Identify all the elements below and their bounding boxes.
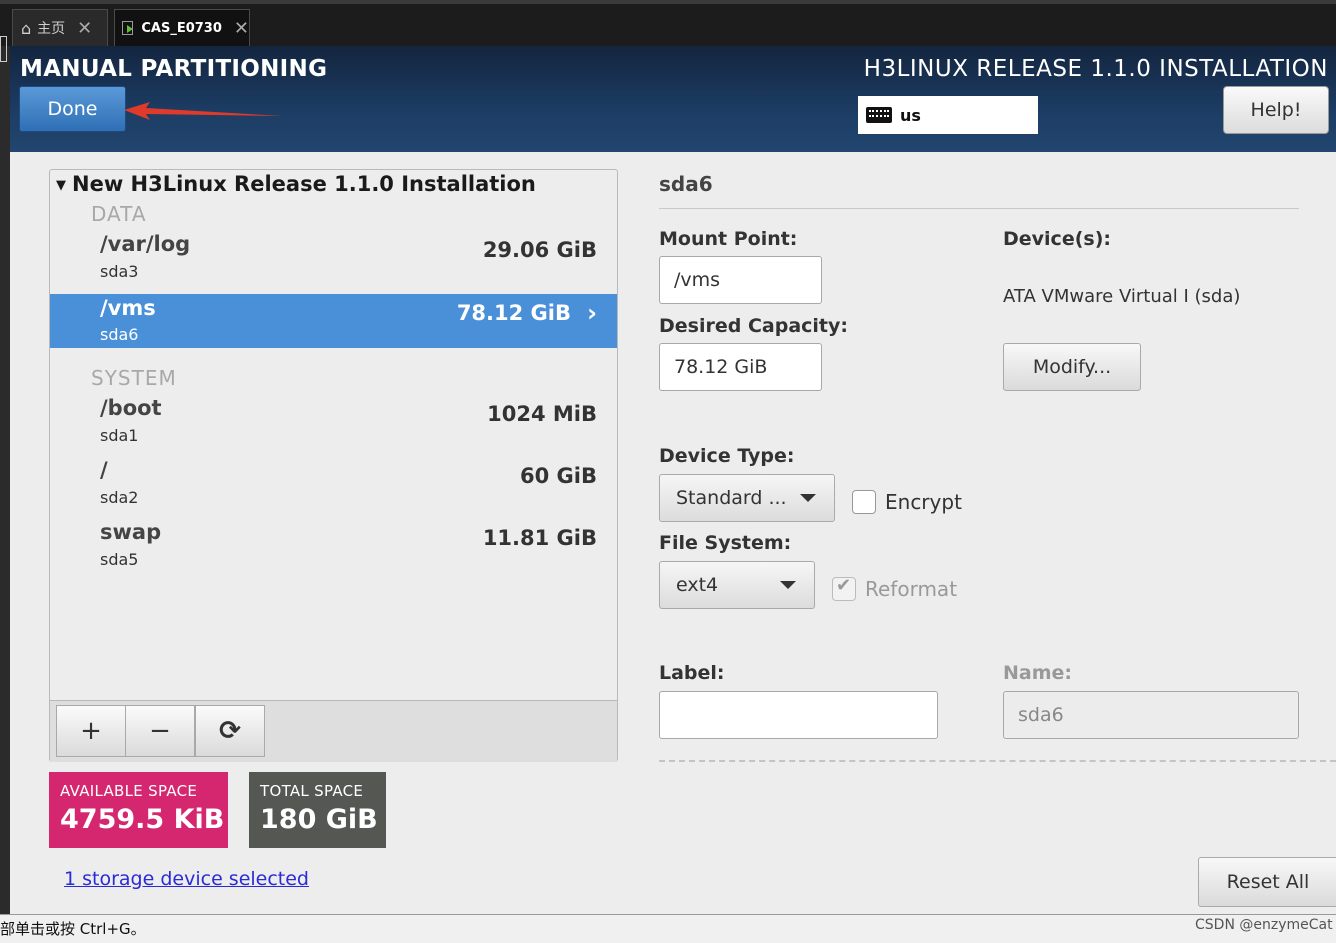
status-text: 部单击或按 Ctrl+G。 bbox=[0, 920, 146, 938]
keyboard-layout-indicator[interactable]: us bbox=[858, 96, 1038, 134]
watermark: CSDN @enzymeCat bbox=[1195, 917, 1333, 933]
vm-tab-home-label: 主页 bbox=[37, 21, 66, 37]
name-input[interactable]: sda6 bbox=[1003, 691, 1299, 739]
reformat-checkbox[interactable]: ✔ bbox=[832, 575, 856, 601]
chevron-right-icon: › bbox=[587, 299, 597, 327]
partition-device: sda5 bbox=[100, 550, 139, 569]
label-input[interactable] bbox=[659, 691, 938, 739]
remove-partition-button[interactable]: − bbox=[125, 705, 195, 757]
partition-size: 60 GiB bbox=[520, 464, 597, 488]
vm-tab-cas[interactable]: CAS_E0730 ✕ bbox=[114, 9, 250, 46]
keyboard-icon bbox=[866, 107, 892, 123]
desired-capacity-label: Desired Capacity: bbox=[659, 315, 848, 337]
status-bar bbox=[0, 914, 1336, 943]
divider bbox=[659, 208, 1299, 209]
vm-tab-home[interactable]: ⌂ 主页 ✕ bbox=[12, 9, 108, 46]
chevron-down-icon bbox=[800, 494, 816, 502]
annotation-arrow-icon bbox=[124, 102, 282, 120]
total-space-box: TOTAL SPACE 180 GiB bbox=[249, 772, 386, 848]
available-space-box: AVAILABLE SPACE 4759.5 KiB bbox=[49, 772, 228, 848]
vm-icon bbox=[122, 21, 134, 35]
devices-value: ATA VMware Virtual I (sda) bbox=[1003, 286, 1241, 307]
available-space-value: 4759.5 KiB bbox=[60, 804, 225, 835]
partition-device: sda2 bbox=[100, 488, 139, 507]
side-edge-icon bbox=[0, 36, 7, 62]
device-type-value: Standard ... bbox=[676, 487, 787, 509]
partition-row-selected[interactable]: /vms sda6 78.12 GiB › bbox=[50, 294, 617, 348]
expander-triangle-icon[interactable]: ▼ bbox=[56, 178, 66, 193]
modify-button[interactable]: Modify... bbox=[1003, 343, 1141, 391]
partition-size: 78.12 GiB bbox=[456, 301, 571, 325]
dashed-divider bbox=[659, 760, 1336, 762]
partition-row[interactable]: / sda2 60 GiB bbox=[50, 458, 617, 514]
close-icon[interactable]: ✕ bbox=[234, 18, 249, 39]
partition-size: 29.06 GiB bbox=[482, 238, 597, 262]
partition-device: sda3 bbox=[100, 262, 139, 281]
total-space-value: 180 GiB bbox=[260, 804, 378, 835]
file-system-select[interactable]: ext4 bbox=[659, 561, 815, 609]
partition-mount: /vms bbox=[100, 296, 156, 320]
done-button[interactable]: Done bbox=[19, 86, 126, 132]
add-partition-button[interactable]: + bbox=[56, 705, 126, 757]
desired-capacity-input[interactable]: 78.12 GiB bbox=[659, 343, 822, 391]
partition-mount: swap bbox=[100, 520, 162, 544]
reformat-label: Reformat bbox=[865, 577, 958, 601]
file-system-label: File System: bbox=[659, 532, 792, 554]
help-button[interactable]: Help! bbox=[1223, 86, 1329, 134]
page-title: MANUAL PARTITIONING bbox=[20, 56, 328, 82]
partition-row[interactable]: /boot sda1 1024 MiB bbox=[50, 396, 617, 452]
selected-partition-name: sda6 bbox=[659, 172, 713, 196]
keyboard-layout-label: us bbox=[900, 105, 921, 125]
encrypt-checkbox[interactable] bbox=[852, 490, 876, 514]
partition-size: 11.81 GiB bbox=[482, 526, 597, 550]
partition-mount: /boot bbox=[100, 396, 162, 420]
partition-device: sda6 bbox=[100, 325, 139, 344]
partition-mount: / bbox=[100, 458, 108, 482]
devices-label: Device(s): bbox=[1003, 228, 1111, 250]
mount-point-input[interactable]: /vms bbox=[659, 256, 822, 304]
reset-all-button[interactable]: Reset All bbox=[1198, 857, 1336, 907]
label-label: Label: bbox=[659, 662, 725, 684]
home-icon: ⌂ bbox=[21, 18, 32, 38]
device-type-label: Device Type: bbox=[659, 445, 795, 467]
vm-tab-cas-label: CAS_E0730 bbox=[141, 20, 222, 36]
group-label-data: DATA bbox=[91, 202, 147, 226]
name-label: Name: bbox=[1003, 662, 1073, 684]
tree-root[interactable]: ▼ New H3Linux Release 1.1.0 Installation bbox=[56, 172, 536, 196]
chevron-down-icon bbox=[780, 581, 796, 589]
partition-mount: /var/log bbox=[100, 232, 191, 256]
product-title: H3LINUX RELEASE 1.1.0 INSTALLATION bbox=[863, 56, 1328, 82]
mount-point-label: Mount Point: bbox=[659, 228, 798, 250]
storage-device-link[interactable]: 1 storage device selected bbox=[64, 868, 309, 890]
close-icon[interactable]: ✕ bbox=[77, 18, 92, 39]
group-label-system: SYSTEM bbox=[91, 366, 177, 390]
partition-row[interactable]: swap sda5 11.81 GiB bbox=[50, 520, 617, 576]
encrypt-label: Encrypt bbox=[885, 490, 962, 514]
tree-root-label: New H3Linux Release 1.1.0 Installation bbox=[72, 172, 536, 196]
checkmark-icon: ✔ bbox=[836, 575, 852, 596]
partition-row[interactable]: /var/log sda3 29.06 GiB bbox=[50, 232, 617, 288]
available-space-label: AVAILABLE SPACE bbox=[60, 782, 198, 800]
partition-size: 1024 MiB bbox=[487, 402, 597, 426]
file-system-value: ext4 bbox=[676, 574, 719, 596]
partition-device: sda1 bbox=[100, 426, 139, 445]
total-space-label: TOTAL SPACE bbox=[260, 782, 364, 800]
device-type-select[interactable]: Standard ... bbox=[659, 474, 835, 522]
refresh-button[interactable]: ⟳ bbox=[195, 705, 265, 757]
